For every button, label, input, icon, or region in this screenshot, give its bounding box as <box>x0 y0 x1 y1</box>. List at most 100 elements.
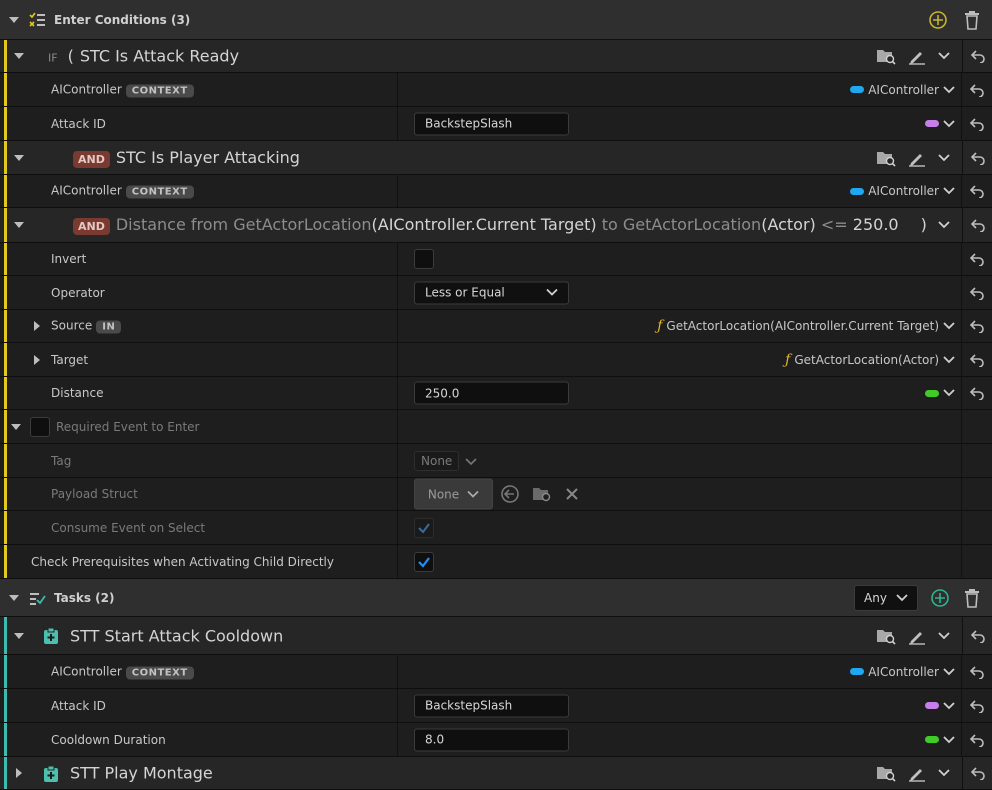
reset-icon[interactable] <box>969 319 985 333</box>
add-condition-icon[interactable] <box>928 10 948 30</box>
attack-id-input[interactable]: BackstepSlash <box>414 112 569 135</box>
options-chevron-icon[interactable] <box>938 219 950 231</box>
reset-icon[interactable] <box>970 49 986 63</box>
options-chevron-icon[interactable] <box>938 152 950 164</box>
payload-struct-label: Payload Struct <box>51 487 138 501</box>
chevron-down-icon[interactable] <box>943 354 955 366</box>
reset-icon[interactable] <box>970 766 986 780</box>
attack-id-row: Attack ID BackstepSlash <box>0 107 992 141</box>
reset-icon[interactable] <box>969 117 985 131</box>
browse-asset-icon[interactable] <box>876 764 896 782</box>
reset-icon[interactable] <box>970 629 986 643</box>
chevron-down-icon[interactable] <box>943 320 955 332</box>
reset-icon[interactable] <box>969 353 985 367</box>
task-icon <box>44 627 58 644</box>
cooldown-duration-label: Cooldown Duration <box>51 732 166 747</box>
browse-asset-icon[interactable] <box>876 627 896 645</box>
browse-asset-icon[interactable] <box>876 47 896 65</box>
consume-event-checkbox[interactable] <box>414 517 434 538</box>
name-pin-icon <box>925 120 939 127</box>
operator-dropdown[interactable]: Less or Equal <box>414 281 569 304</box>
delete-icon[interactable] <box>962 588 982 608</box>
context-badge: CONTEXT <box>125 185 194 199</box>
chevron-down-icon[interactable] <box>8 592 20 604</box>
reset-icon[interactable] <box>969 83 985 97</box>
close-paren: ) <box>920 215 927 234</box>
chevron-down-icon[interactable] <box>943 734 955 746</box>
reset-icon[interactable] <box>969 733 985 747</box>
payload-struct-dropdown[interactable]: None <box>414 478 493 510</box>
tasks-completion-dropdown[interactable]: Any <box>854 584 918 611</box>
clear-icon[interactable] <box>564 486 580 502</box>
function-icon: ƒ <box>657 318 663 334</box>
delete-icon[interactable] <box>962 10 982 30</box>
condition-stc-is-attack-ready[interactable]: IF (STC Is Attack Ready <box>0 40 992 73</box>
browse-asset-icon[interactable] <box>532 485 552 503</box>
reset-icon[interactable] <box>969 252 985 266</box>
operator-label: Operator <box>51 285 105 300</box>
browse-asset-icon[interactable] <box>876 149 896 167</box>
reset-icon[interactable] <box>970 218 986 232</box>
chevron-right-icon[interactable] <box>31 354 43 366</box>
aicontroller-label: AIController <box>51 82 122 96</box>
chevron-down-icon[interactable] <box>943 118 955 130</box>
reset-icon[interactable] <box>969 286 985 300</box>
attack-id-label: Attack ID <box>51 116 106 131</box>
in-badge: IN <box>96 320 122 334</box>
reset-icon[interactable] <box>969 665 985 679</box>
chevron-down-icon[interactable] <box>13 152 25 164</box>
chevron-down-icon[interactable] <box>943 700 955 712</box>
task-stt-start-attack-cooldown[interactable]: STT Start Attack Cooldown <box>0 617 992 655</box>
chevron-down-icon[interactable] <box>13 630 25 642</box>
chevron-down-icon[interactable] <box>10 421 22 433</box>
attack-id-input[interactable]: BackstepSlash <box>414 694 569 717</box>
aicontroller-binding[interactable]: AIController <box>850 665 955 679</box>
check-prerequisites-checkbox[interactable] <box>414 551 434 572</box>
task-stt-play-montage[interactable]: STT Play Montage <box>0 757 992 790</box>
aicontroller-binding[interactable]: AIController <box>850 83 955 97</box>
reset-icon[interactable] <box>969 699 985 713</box>
chevron-down-icon[interactable] <box>13 50 25 62</box>
source-binding[interactable]: ƒ GetActorLocation(AIController.Current T… <box>657 318 955 334</box>
chevron-right-icon[interactable] <box>31 320 43 332</box>
enter-conditions-header[interactable]: Enter Conditions (3) <box>0 0 992 40</box>
invert-label: Invert <box>51 252 87 266</box>
and-badge: AND <box>73 218 110 235</box>
condition-distance-compare[interactable]: AND Distance from GetActorLocation(AICont… <box>0 208 992 243</box>
chevron-down-icon[interactable] <box>8 14 20 26</box>
invert-row: Invert <box>0 243 992 276</box>
target-binding[interactable]: ƒ GetActorLocation(Actor) <box>785 352 955 368</box>
add-task-icon[interactable] <box>930 588 950 608</box>
invert-checkbox[interactable] <box>414 249 434 269</box>
tasks-header[interactable]: Tasks (2) Any <box>0 579 992 617</box>
source-row: Source IN ƒ GetActorLocation(AIController.… <box>0 310 992 343</box>
edit-icon[interactable] <box>908 764 926 782</box>
tasks-title: Tasks (2) <box>54 590 115 605</box>
cooldown-duration-input[interactable]: 8.0 <box>414 728 569 751</box>
chevron-down-icon[interactable] <box>943 666 955 678</box>
task-title: STT Play Montage <box>70 763 213 783</box>
reset-icon[interactable] <box>969 184 985 198</box>
options-chevron-icon[interactable] <box>938 50 950 62</box>
chevron-down-icon[interactable] <box>943 185 955 197</box>
chevron-down-icon[interactable] <box>943 387 955 399</box>
options-chevron-icon[interactable] <box>938 767 950 779</box>
edit-icon[interactable] <box>908 149 926 167</box>
edit-icon[interactable] <box>908 47 926 65</box>
aicontroller-binding[interactable]: AIController <box>850 184 955 198</box>
reset-icon[interactable] <box>969 386 985 400</box>
condition-text: Distance from GetActorLocation <box>115 215 372 234</box>
edit-icon[interactable] <box>908 627 926 645</box>
chevron-down-icon[interactable] <box>13 219 25 231</box>
options-chevron-icon[interactable] <box>938 630 950 642</box>
condition-title: STC Is Attack Ready <box>79 46 240 66</box>
chevron-right-icon[interactable] <box>13 767 25 779</box>
required-event-checkbox[interactable] <box>30 416 50 437</box>
condition-stc-is-player-attacking[interactable]: AND STC Is Player Attacking <box>0 141 992 175</box>
distance-input[interactable]: 250.0 <box>414 381 569 405</box>
chevron-down-icon[interactable] <box>943 84 955 96</box>
reset-icon[interactable] <box>970 151 986 165</box>
tag-selector[interactable]: None <box>414 450 477 471</box>
use-selected-icon[interactable] <box>500 484 520 504</box>
consume-event-label: Consume Event on Select <box>51 520 206 535</box>
